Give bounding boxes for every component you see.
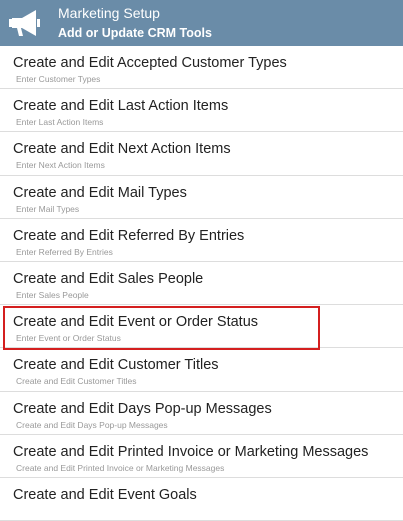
list-item-mail-types[interactable]: Create and Edit Mail Types Enter Mail Ty… bbox=[0, 176, 403, 219]
list-item-customer-titles[interactable]: Create and Edit Customer Titles Create a… bbox=[0, 348, 403, 392]
list-item-next-action-items[interactable]: Create and Edit Next Action Items Enter … bbox=[0, 132, 403, 176]
list-item-sales-people[interactable]: Create and Edit Sales People Enter Sales… bbox=[0, 262, 403, 306]
list-item-referred-by-entries[interactable]: Create and Edit Referred By Entries Ente… bbox=[0, 219, 403, 262]
list-item-description: Enter Event or Order Status bbox=[16, 333, 121, 344]
header-subtitle: Add or Update CRM Tools bbox=[58, 26, 212, 40]
list-item-label: Create and Edit Mail Types bbox=[13, 184, 187, 201]
list-item-label: Create and Edit Event or Order Status bbox=[13, 314, 259, 331]
list-item-label: Create and Edit Printed Invoice or Marke… bbox=[13, 443, 369, 460]
list-item-label: Create and Edit Customer Titles bbox=[13, 357, 219, 374]
list-item-description: Create and Edit Days Pop-up Messages bbox=[16, 419, 168, 430]
megaphone-icon bbox=[6, 5, 46, 41]
list-item-event-or-order-status[interactable]: Create and Edit Event or Order Status En… bbox=[0, 305, 403, 351]
list-item-event-goals[interactable]: Create and Edit Event Goals bbox=[0, 478, 403, 521]
list-item-label: Create and Edit Last Action Items bbox=[13, 98, 229, 115]
list-item-accepted-customer-types[interactable]: Create and Edit Accepted Customer Types … bbox=[0, 46, 403, 90]
list-item-last-action-items[interactable]: Create and Edit Last Action Items Enter … bbox=[0, 89, 403, 133]
list-item-label: Create and Edit Sales People bbox=[13, 270, 204, 287]
list-item-days-popup-messages[interactable]: Create and Edit Days Pop-up Messages Cre… bbox=[0, 392, 403, 435]
list-item-printed-invoice-messages[interactable]: Create and Edit Printed Invoice or Marke… bbox=[0, 435, 403, 478]
list-item-description: Enter Referred By Entries bbox=[16, 246, 113, 257]
marketing-setup-header: Marketing Setup Add or Update CRM Tools bbox=[0, 0, 403, 46]
list-item-label: Create and Edit Accepted Customer Types bbox=[13, 55, 287, 71]
header-title: Marketing Setup bbox=[58, 5, 160, 21]
list-item-description: Enter Next Action Items bbox=[16, 160, 105, 171]
list-item-label: Create and Edit Days Pop-up Messages bbox=[13, 400, 272, 417]
list-item-description: Enter Last Action Items bbox=[16, 117, 104, 128]
list-item-description: Enter Mail Types bbox=[16, 203, 80, 214]
crm-tools-list: Create and Edit Accepted Customer Types … bbox=[0, 46, 403, 521]
list-item-label: Create and Edit Referred By Entries bbox=[13, 227, 245, 244]
list-item-description: Enter Sales People bbox=[16, 289, 89, 300]
list-item-description: Enter Customer Types bbox=[16, 74, 101, 84]
list-item-description: Create and Edit Customer Titles bbox=[16, 376, 137, 387]
list-item-label: Create and Edit Event Goals bbox=[13, 486, 197, 503]
list-item-label: Create and Edit Next Action Items bbox=[13, 141, 231, 158]
list-item-description: Create and Edit Printed Invoice or Marke… bbox=[16, 462, 225, 473]
